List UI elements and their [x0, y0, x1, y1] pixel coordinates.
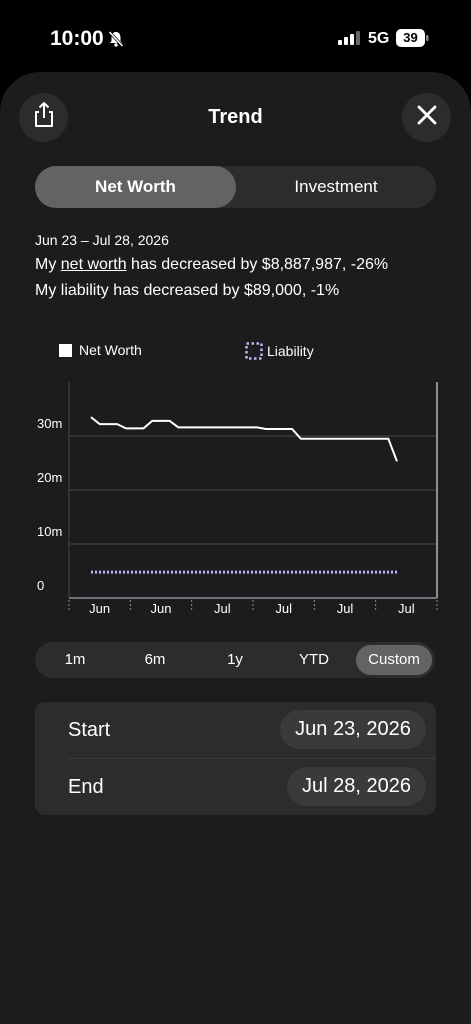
sheet-title: Trend — [208, 106, 263, 128]
trend-sheet: Trend Net Worth Investment Jun 23 – Jul … — [0, 72, 471, 1024]
date-range-text: Jun 23 – Jul 28, 2026 — [35, 232, 169, 248]
x-tick-label: Jun — [151, 601, 172, 616]
trend-chart: 0 10m 20m 30m Jun Jun Jul Jul Jul Jul — [37, 382, 438, 616]
net-worth-summary: My net worth has decreased by $8,887,987… — [35, 256, 388, 274]
view-segmented-control: Net Worth Investment — [35, 166, 436, 208]
battery-level: 39 — [403, 30, 418, 45]
net-worth-line — [90, 416, 398, 462]
end-label: End — [68, 776, 104, 798]
status-time: 10:00 — [50, 27, 104, 50]
start-date-row: Start Jun 23, 2026 — [35, 702, 436, 758]
legend-swatch-solid — [59, 343, 72, 357]
status-bar: 10:00 5G 39 — [0, 0, 471, 72]
net-worth-link[interactable]: net worth — [61, 256, 127, 273]
legend-swatch-dotted — [245, 342, 263, 360]
close-icon — [417, 105, 437, 130]
x-tick-label: Jul — [337, 601, 354, 616]
period-selector: 1m 6m 1y YTD Custom — [35, 642, 435, 678]
custom-date-range: Start Jun 23, 2026 End Jul 28, 2026 — [35, 702, 436, 815]
end-date-row: End Jul 28, 2026 — [35, 759, 436, 815]
period-custom[interactable]: Custom — [356, 645, 432, 675]
summary-suffix: has decreased by $8,887,987, -26% — [126, 256, 389, 273]
tab-investment[interactable]: Investment — [236, 166, 436, 208]
summary-prefix: My — [35, 256, 61, 273]
period-6m[interactable]: 6m — [115, 645, 195, 675]
start-label: Start — [68, 719, 111, 741]
y-tick-label: 20m — [37, 470, 62, 485]
y-tick-label: 10m — [37, 524, 62, 539]
silent-bell-icon — [107, 30, 125, 53]
x-tick-label: Jun — [89, 601, 110, 616]
period-1m[interactable]: 1m — [35, 645, 115, 675]
cellular-signal-icon — [338, 31, 360, 50]
tab-net-worth[interactable]: Net Worth — [35, 166, 236, 208]
legend-label-net-worth: Net Worth — [79, 342, 142, 358]
legend-label-liability: Liability — [267, 343, 314, 359]
battery-icon: 39 — [396, 29, 429, 47]
start-date-picker[interactable]: Jun 23, 2026 — [280, 710, 426, 749]
x-tick-label: Jul — [275, 601, 292, 616]
y-tick-label: 30m — [37, 416, 62, 431]
end-date-picker[interactable]: Jul 28, 2026 — [287, 767, 426, 806]
y-tick-label: 0 — [37, 578, 44, 593]
legend-net-worth: Net Worth — [59, 342, 142, 358]
legend-liability: Liability — [245, 342, 314, 360]
close-button[interactable] — [402, 93, 451, 142]
x-tick-label: Jul — [214, 601, 231, 616]
trend-summary: Jun 23 – Jul 28, 2026 My net worth has d… — [35, 232, 388, 300]
x-tick-label: Jul — [398, 601, 415, 616]
period-1y[interactable]: 1y — [195, 645, 275, 675]
liability-summary: My liability has decreased by $89,000, -… — [35, 282, 340, 299]
network-type: 5G — [368, 30, 390, 47]
period-ytd[interactable]: YTD — [275, 645, 353, 675]
